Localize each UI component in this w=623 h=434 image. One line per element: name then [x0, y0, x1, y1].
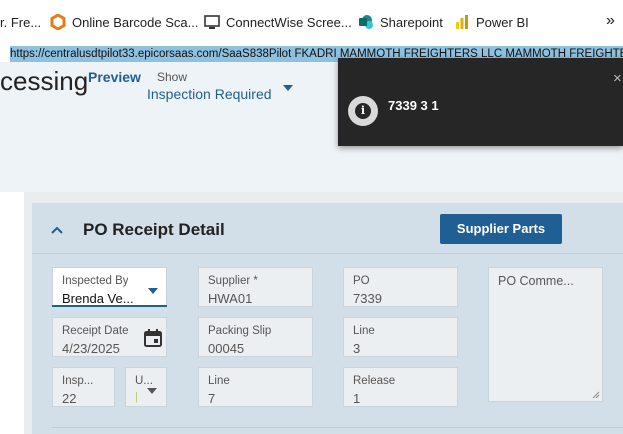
- uom-dropdown[interactable]: U... |: [125, 367, 167, 407]
- bookmarks-overflow-button[interactable]: »: [606, 12, 615, 30]
- chevron-up-icon[interactable]: [50, 225, 64, 235]
- bookmarks-bar: r. Fre... Online Barcode Sca... ConnectW…: [0, 0, 623, 46]
- supplier-parts-button[interactable]: Supplier Parts: [440, 214, 562, 244]
- supplier-field: Supplier * HWA01: [198, 267, 313, 307]
- field-label: Insp...: [62, 375, 94, 387]
- field-label: Receipt Date: [62, 325, 129, 337]
- field-value: 4/23/2025: [62, 341, 120, 356]
- field-value: 3: [353, 341, 361, 356]
- inspection-qty-field[interactable]: Insp... 22: [52, 367, 115, 407]
- field-value: 7339: [353, 291, 382, 306]
- packing-slip-field: Packing Slip 00045: [198, 317, 313, 357]
- field-value: 00045: [208, 341, 245, 356]
- page-title: cessing: [0, 66, 89, 96]
- info-icon-glyph: i: [355, 103, 371, 119]
- po-field: PO 7339: [343, 267, 458, 307]
- bookmark-link[interactable]: r. Fre...: [0, 15, 41, 30]
- show-filter-dropdown[interactable]: Inspection Required: [147, 86, 272, 102]
- field-label: Inspected By: [62, 275, 129, 287]
- barcode-logo-icon: [50, 14, 66, 30]
- sharepoint-icon: [359, 15, 373, 29]
- release-field: Release 1: [343, 367, 458, 407]
- calendar-icon[interactable]: [143, 328, 163, 348]
- field-value: |: [135, 391, 138, 403]
- receipt-date-field[interactable]: Receipt Date 4/23/2025: [52, 317, 167, 357]
- card-divider: [32, 253, 623, 254]
- resize-handle-icon[interactable]: [592, 391, 600, 399]
- chevron-down-icon[interactable]: [148, 288, 158, 294]
- toast-notification: [338, 58, 623, 146]
- chevron-down-icon[interactable]: [147, 388, 157, 394]
- field-label: Supplier *: [208, 275, 258, 287]
- connectwise-screen-icon: [204, 15, 220, 29]
- chevron-down-icon[interactable]: [283, 85, 293, 91]
- field-label: PO: [353, 275, 370, 287]
- bookmark-connectwise[interactable]: ConnectWise Scree...: [226, 15, 352, 30]
- show-filter-label: Show: [157, 70, 188, 84]
- field-value: 7: [208, 391, 216, 406]
- po-line-field: Line 3: [343, 317, 458, 357]
- field-value: HWA01: [208, 291, 253, 306]
- bookmark-power-bi[interactable]: Power BI: [476, 15, 529, 30]
- field-value: Brenda Ve...: [62, 291, 134, 306]
- field-placeholder: PO Comme...: [498, 274, 574, 288]
- field-label: Line: [208, 375, 230, 387]
- field-underline: [52, 305, 167, 307]
- bookmark-online-barcode[interactable]: Online Barcode Sca...: [72, 15, 198, 30]
- inspected-by-dropdown[interactable]: Inspected By Brenda Ve...: [52, 267, 167, 307]
- po-comment-textarea[interactable]: PO Comme...: [488, 267, 603, 402]
- power-bi-icon: [456, 15, 468, 29]
- packing-slip-line-field: Line 7: [198, 367, 313, 407]
- left-panel: [0, 192, 24, 434]
- field-value: 22: [62, 391, 77, 406]
- field-label: U...: [135, 375, 153, 387]
- section-divider: [52, 427, 623, 428]
- field-label: Line: [353, 325, 375, 337]
- card-title: PO Receipt Detail: [83, 220, 225, 239]
- field-label: Release: [353, 375, 396, 387]
- close-icon[interactable]: ×: [613, 70, 622, 87]
- bookmark-sharepoint[interactable]: Sharepoint: [380, 15, 443, 30]
- preview-link[interactable]: Preview: [88, 69, 141, 85]
- toast-message: 7339 3 1: [388, 98, 439, 113]
- field-label: Packing Slip: [208, 325, 272, 337]
- field-value: 1: [353, 391, 361, 406]
